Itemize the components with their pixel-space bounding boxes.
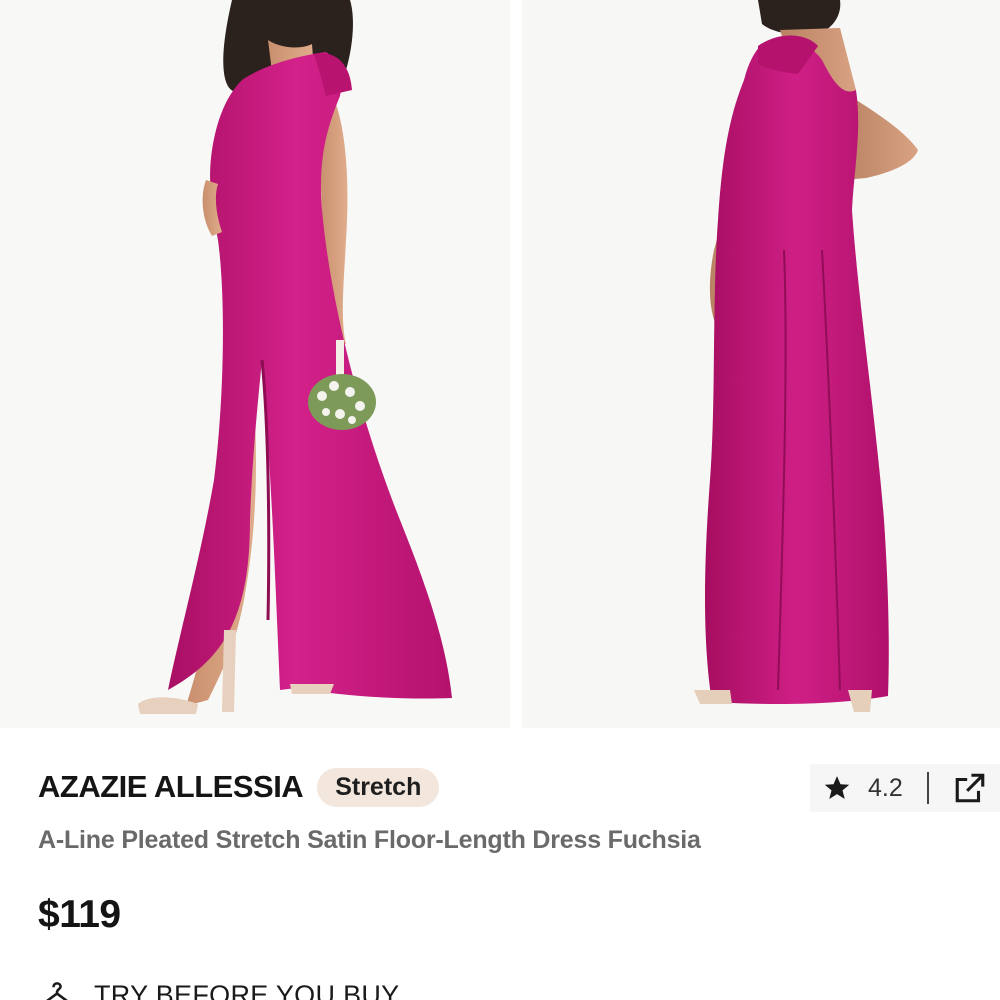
product-page: AZAZIE ALLESSIA Stretch 4.2 A-Line Pleat… [0,0,1000,1000]
try-before-you-buy-label: TRY BEFORE YOU BUY [94,979,400,1000]
brand-name[interactable]: AZAZIE ALLESSIA [38,769,304,805]
star-icon [824,776,850,799]
product-title: A-Line Pleated Stretch Satin Floor-Lengt… [38,826,701,854]
rating-value[interactable]: 4.2 [868,774,903,803]
product-image-front[interactable] [0,0,510,728]
product-image-gallery[interactable] [0,0,1000,728]
divider [926,772,929,804]
stretch-badge: Stretch [317,767,440,807]
product-price: $119 [38,893,121,936]
share-icon[interactable] [953,771,987,805]
try-before-you-buy-link[interactable]: TRY BEFORE YOU BUY [40,978,400,1000]
product-image-back[interactable] [522,0,1000,728]
hanger-icon [46,982,68,1000]
brand-row: AZAZIE ALLESSIA Stretch [38,766,440,808]
rating-share-bar: 4.2 [810,764,1000,812]
